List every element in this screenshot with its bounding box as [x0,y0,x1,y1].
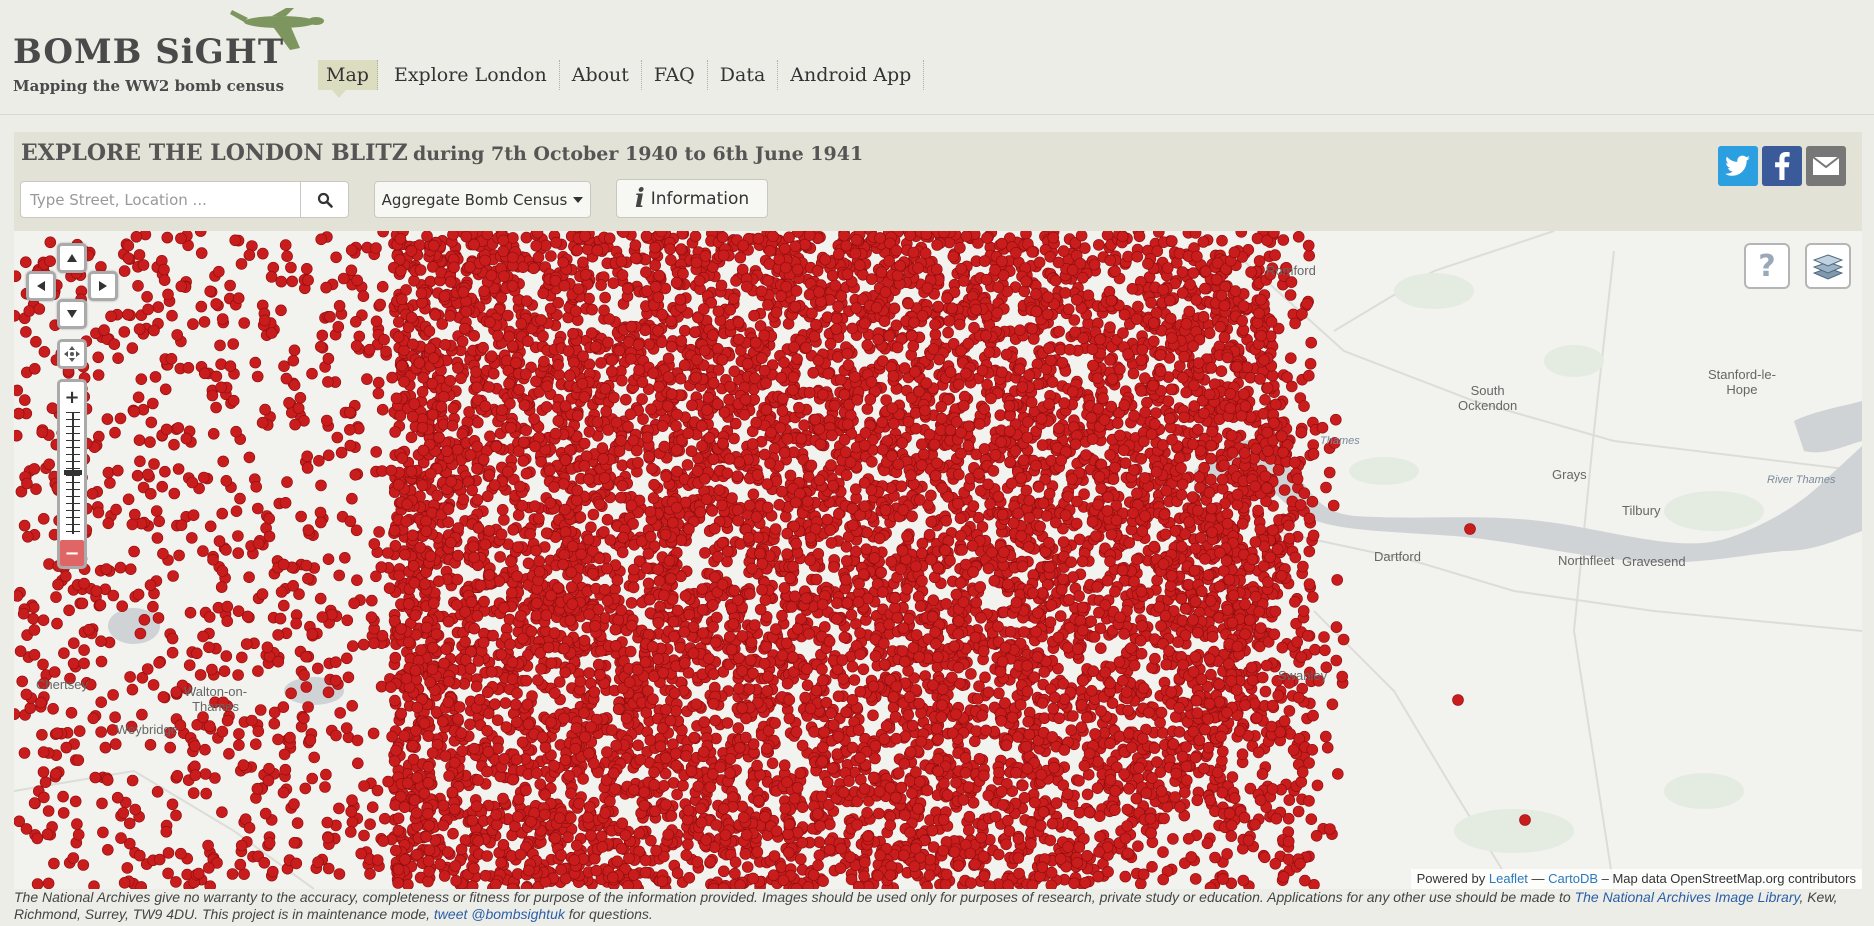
arrow-down-icon [67,310,77,318]
place-label-northfleet: Northfleet [1558,553,1615,568]
bomb-map[interactable]: Romford South Ockendon Stanford-le- Hope… [14,231,1862,889]
twitter-share-button[interactable] [1718,146,1758,186]
site-logo[interactable]: BOMB SiGHT Mapping the WW2 bomb census [13,8,324,100]
search-icon [317,192,333,208]
pan-right-button[interactable] [88,271,118,301]
nav-explore-london[interactable]: Explore London [382,60,560,90]
help-button[interactable]: ? [1744,243,1790,289]
attribution-rest: – Map data OpenStreetMap.org contributor… [1598,871,1856,886]
footer-text-1: The National Archives give no warranty t… [14,889,1575,905]
place-label-stanford-le-hope: Stanford-le- Hope [1708,367,1776,397]
zoom-in-button[interactable]: + [60,384,84,410]
place-label-romford: Romford [1266,263,1316,278]
twitter-icon [1725,155,1750,176]
nav-about[interactable]: About [560,60,642,90]
place-label-weybridge: Weybridge [116,722,178,737]
place-label-gravesend: Gravesend [1622,554,1686,569]
search-button[interactable] [300,181,349,218]
place-label-tilbury: Tilbury [1622,503,1661,518]
page-title-range: during 7th October 1940 to 6th June 1941 [412,143,864,165]
arrow-right-icon [99,281,107,291]
zoom-out-button[interactable]: − [60,540,84,566]
toolbar-panel: EXPLORE THE LONDON BLITZ during 7th Octo… [14,132,1862,231]
crosshair-icon [64,346,80,362]
logo-title: BOMB SiGHT [13,32,285,72]
location-search [20,181,349,218]
email-icon [1812,156,1840,175]
arrow-up-icon [67,254,77,262]
pan-control [26,243,118,343]
layers-icon [1813,254,1843,280]
place-label-thames: Thames [1320,435,1360,447]
email-share-button[interactable] [1806,146,1846,186]
caret-down-icon [573,196,584,203]
logo-subtitle: Mapping the WW2 bomb census [13,77,285,95]
place-label-river-thames: River Thames [1767,474,1836,486]
cartodb-link[interactable]: CartoDB [1548,871,1598,886]
national-archives-link[interactable]: The National Archives Image Library [1575,889,1800,905]
place-label-south-ockendon: South Ockendon [1458,383,1518,413]
nav-data[interactable]: Data [708,60,779,90]
footer-text-3: for questions. [564,905,653,922]
attribution-prefix: Powered by [1416,871,1486,886]
pan-down-button[interactable] [57,299,87,329]
nav-faq[interactable]: FAQ [642,60,708,90]
question-icon: ? [1758,248,1776,284]
page-title: EXPLORE THE LONDON BLITZ during 7th Octo… [21,140,863,166]
arrow-left-icon [37,281,45,291]
information-button[interactable]: i Information [616,179,768,218]
pan-up-button[interactable] [57,243,87,273]
aggregate-census-label: Aggregate Bomb Census [381,190,568,209]
leaflet-link[interactable]: Leaflet [1489,871,1528,886]
zoom-to-extent-button[interactable] [57,339,87,369]
main-nav: Map Explore London About FAQ Data Androi… [318,57,925,98]
nav-android-app[interactable]: Android App [778,60,925,90]
zoom-slider[interactable]: + − [57,379,87,569]
facebook-share-button[interactable] [1762,146,1802,186]
layers-button[interactable] [1805,243,1851,289]
disclaimer-footer: The National Archives give no warranty t… [14,889,1864,922]
place-label-swanley: Swanley [1278,668,1328,683]
page-title-main: EXPLORE THE LONDON BLITZ [21,140,408,166]
attribution-sep: — [1527,871,1549,886]
zoom-handle[interactable] [64,470,82,475]
nav-map[interactable]: Map [318,60,378,98]
facebook-icon [1775,152,1790,180]
place-label-grays: Grays [1552,467,1587,482]
map-attribution: Powered by Leaflet — CartoDB – Map data … [1410,869,1862,889]
place-label-chertsey: Chertsey [36,677,89,692]
place-label-walton-on-thames: Walton-on- Thames [184,684,248,714]
aggregate-census-dropdown[interactable]: Aggregate Bomb Census [374,181,591,218]
information-label: Information [650,188,750,209]
info-icon: i [634,183,645,214]
site-header: BOMB SiGHT Mapping the WW2 bomb census M… [0,0,1874,115]
search-input[interactable] [20,181,300,218]
twitter-contact-link[interactable]: tweet @bombsightuk [434,906,565,922]
pan-left-button[interactable] [26,271,56,301]
place-label-dartford: Dartford [1374,549,1421,564]
